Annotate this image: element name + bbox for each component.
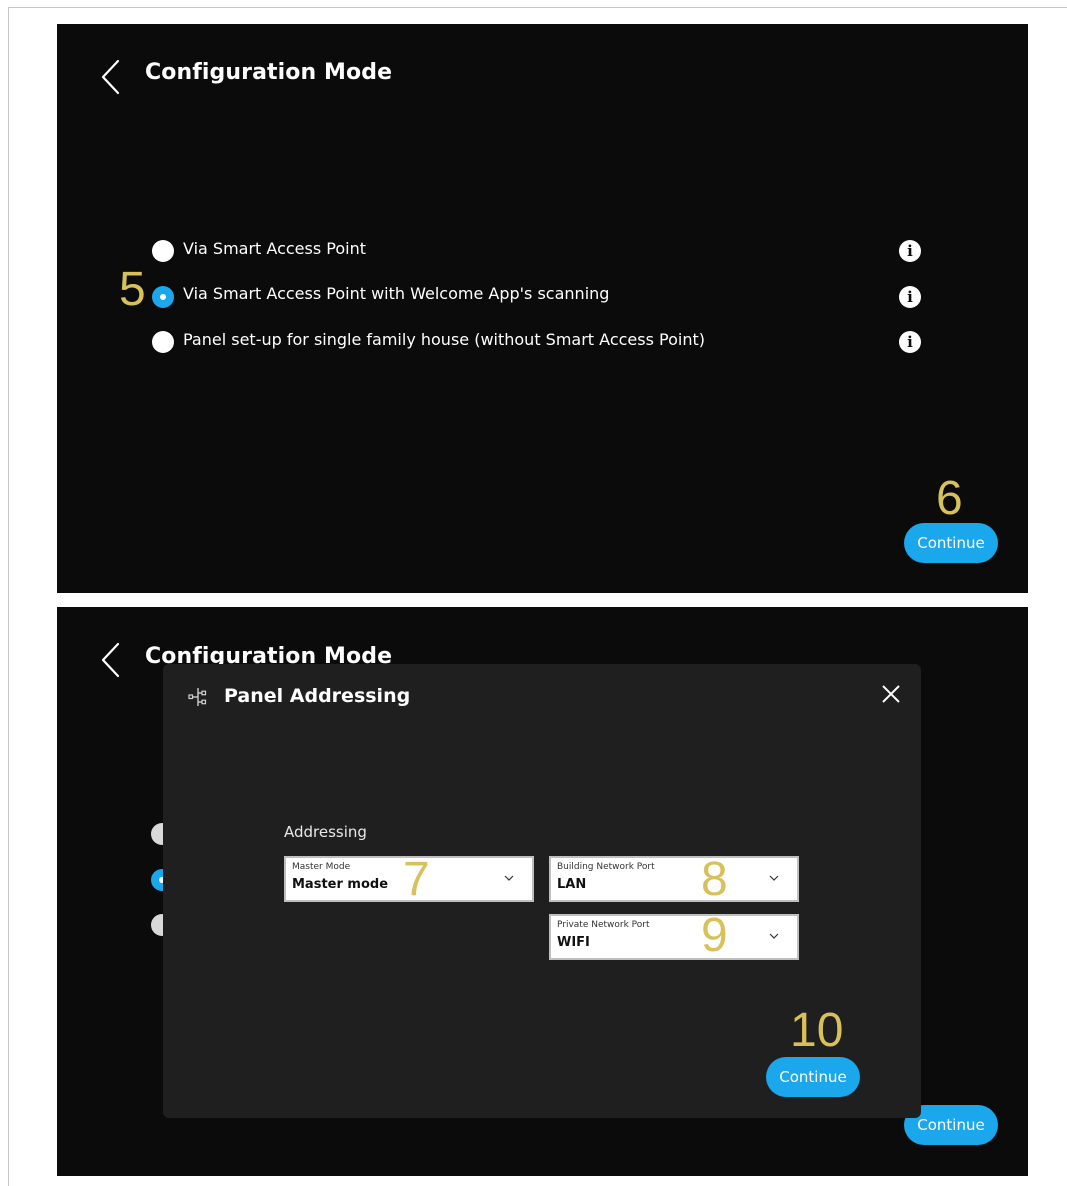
info-icon[interactable]: i <box>899 286 921 308</box>
option-label-single-family-house[interactable]: Panel set-up for single family house (wi… <box>183 330 705 349</box>
option-label-smart-access-point-welcome-app[interactable]: Via Smart Access Point with Welcome App'… <box>183 284 609 303</box>
network-nodes-icon <box>188 688 207 706</box>
dialog-title: Panel Addressing <box>224 685 411 707</box>
radio-smart-access-point-welcome-app[interactable] <box>152 286 174 308</box>
section-label-addressing: Addressing <box>284 823 367 841</box>
dropdown-value: LAN <box>557 877 587 892</box>
continue-button[interactable]: Continue <box>904 523 998 563</box>
back-chevron-icon[interactable] <box>99 641 123 679</box>
dialog-continue-button[interactable]: Continue <box>766 1057 860 1097</box>
panel-addressing-dialog: Panel Addressing Addressing Master Mode … <box>163 664 921 1118</box>
option-label-smart-access-point[interactable]: Via Smart Access Point <box>183 239 366 258</box>
close-icon[interactable] <box>879 682 903 706</box>
step-marker-7: 7 <box>403 853 430 906</box>
building-network-port-select[interactable]: Building Network Port LAN <box>549 856 799 902</box>
step-marker-9: 9 <box>701 909 728 962</box>
configuration-mode-screen-with-modal: Configuration Mode Continue Panel Addres… <box>57 607 1028 1176</box>
configuration-mode-screen: Configuration Mode Via Smart Access Poin… <box>57 24 1028 593</box>
dropdown-label: Building Network Port <box>557 862 655 872</box>
back-chevron-icon[interactable] <box>99 58 123 96</box>
step-marker-10: 10 <box>790 1004 844 1057</box>
frame-border-left <box>8 7 9 1186</box>
step-marker-5: 5 <box>119 263 146 316</box>
info-icon[interactable]: i <box>899 331 921 353</box>
radio-single-family-house[interactable] <box>152 331 174 353</box>
frame-border-top <box>8 7 1067 8</box>
private-network-port-select[interactable]: Private Network Port WIFI <box>549 914 799 960</box>
step-marker-8: 8 <box>701 853 728 906</box>
info-icon[interactable]: i <box>899 240 921 262</box>
page-title: Configuration Mode <box>145 60 393 85</box>
dropdown-value: Master mode <box>292 877 389 892</box>
chevron-down-icon <box>769 933 779 939</box>
dropdown-label: Master Mode <box>292 862 351 872</box>
step-marker-6: 6 <box>936 472 963 525</box>
dropdown-label: Private Network Port <box>557 920 650 930</box>
chevron-down-icon <box>769 875 779 881</box>
chevron-down-icon <box>504 875 514 881</box>
radio-smart-access-point[interactable] <box>152 240 174 262</box>
dropdown-value: WIFI <box>557 935 590 950</box>
